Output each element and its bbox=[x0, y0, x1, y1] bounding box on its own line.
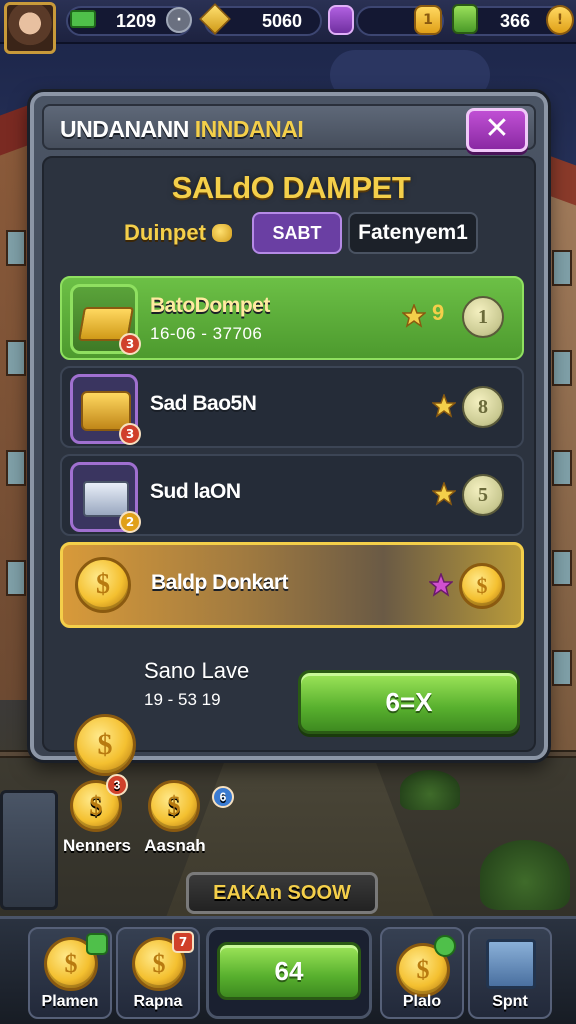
background-mailbox bbox=[0, 790, 58, 910]
row-action-label: 8 bbox=[478, 395, 488, 418]
aasnah-badge: 6 bbox=[212, 786, 234, 808]
nenners-item[interactable]: $ 3 Nenners bbox=[62, 774, 132, 856]
nav-spnt-label: Spnt bbox=[492, 993, 528, 1010]
panel-content: SALdO DAMPET Duinpet SABT Fatenyem1 3 Ba… bbox=[42, 156, 536, 776]
gold-coin-icon: $ bbox=[74, 714, 136, 776]
row-action-button[interactable]: 8 bbox=[462, 386, 504, 428]
save-label: Sano Lave bbox=[144, 658, 250, 683]
gold-coin-icon: $ bbox=[148, 780, 200, 832]
tab-payment[interactable]: Fatenyem1 bbox=[348, 212, 478, 254]
row-action-button[interactable]: 5 bbox=[462, 474, 504, 516]
gem-plus-button[interactable]: 1 bbox=[414, 5, 442, 35]
nav-plalo[interactable]: $ Plalo bbox=[380, 927, 464, 1019]
nenners-label: Nenners bbox=[62, 836, 132, 855]
star-icon bbox=[430, 392, 458, 418]
gold-coin-icon: $ bbox=[75, 557, 131, 613]
tab-dompet[interactable]: Duinpet bbox=[110, 212, 246, 254]
aasnah-label: Aasnah bbox=[144, 836, 206, 855]
row-action-label: $ bbox=[476, 573, 488, 598]
confirm-button-label: 6=X bbox=[385, 686, 433, 717]
energy-plus-button[interactable]: ! bbox=[546, 5, 574, 35]
center-play-button[interactable]: 64 bbox=[206, 927, 372, 1019]
aasnah-item[interactable]: $ 6 Aasnah bbox=[140, 780, 234, 856]
center-play-label: 64 bbox=[274, 955, 304, 986]
nav-spnt[interactable]: Spnt bbox=[468, 927, 552, 1019]
nav-plalo-label: Plalo bbox=[402, 993, 442, 1010]
top-resource-bar: 1209 · 5060 1 366 ! bbox=[0, 0, 576, 54]
row-cost: 9 bbox=[432, 300, 445, 325]
row-title: Baldp Donkart bbox=[151, 571, 289, 594]
row-action-button[interactable]: $ bbox=[459, 563, 505, 609]
star-icon bbox=[400, 302, 428, 328]
gold-nugget-icon bbox=[211, 224, 232, 242]
row-action-button[interactable]: 1 bbox=[462, 296, 504, 338]
row-title: Sud laON bbox=[150, 480, 241, 503]
tab-saldo[interactable]: SABT bbox=[252, 212, 342, 254]
green-energy-icon bbox=[452, 4, 478, 34]
panel-header: UNDANANN INNDANAI ✕ bbox=[42, 104, 536, 152]
wallet-row[interactable]: 3 Sad Bao5N 8 bbox=[60, 366, 524, 448]
green-badge-icon bbox=[86, 933, 108, 955]
tab-saldo-label: SABT bbox=[272, 222, 322, 243]
cash-stack-icon: 2 bbox=[70, 462, 141, 533]
green-cash-icon bbox=[70, 10, 96, 28]
tab-payment-label: Fatenyem1 bbox=[358, 221, 468, 244]
panel-title-main: UNDANANN bbox=[60, 116, 195, 142]
tab-dompet-label: Duinpet bbox=[124, 220, 206, 245]
resource-value-gem: 1 bbox=[423, 12, 433, 28]
star-icon bbox=[430, 480, 458, 506]
background-bush bbox=[480, 840, 570, 910]
nenners-badge: 3 bbox=[106, 774, 128, 796]
background-house-left bbox=[0, 100, 40, 700]
row-badge: 2 bbox=[119, 511, 141, 533]
event-banner-label: EAKAn SOOW bbox=[213, 881, 351, 904]
confirm-button[interactable]: 6=X bbox=[298, 670, 520, 734]
green-badge-icon bbox=[434, 935, 456, 957]
map-icon bbox=[486, 939, 536, 989]
nav-plamen[interactable]: $ Plamen bbox=[28, 927, 112, 1019]
row-badge: 3 bbox=[119, 333, 141, 355]
bottom-navigation: $ Plamen $ 7 Rapna 64 $ Plalo Spnt bbox=[0, 916, 576, 1024]
panel-subtitle: SALdO DAMPET bbox=[171, 170, 411, 205]
background-house-right bbox=[536, 150, 576, 750]
resource-value-cash: 1209 bbox=[115, 10, 156, 31]
nav-rapna[interactable]: $ 7 Rapna bbox=[116, 927, 200, 1019]
panel-title: UNDANANN INNDANAI bbox=[60, 116, 304, 143]
row-title: BatoDompet bbox=[150, 294, 270, 317]
purple-gem-icon[interactable] bbox=[328, 5, 354, 35]
player-avatar[interactable] bbox=[4, 2, 56, 54]
wallet-panel: UNDANANN INNDANAI ✕ SALdO DAMPET Duinpet… bbox=[30, 92, 548, 776]
panel-title-accent: INNDANAI bbox=[194, 116, 304, 142]
save-subtitle: 19 - 53 19 bbox=[144, 690, 221, 709]
row-action-label: 5 bbox=[478, 483, 488, 506]
wallet-row-highlight[interactable]: $ Baldp Donkart $ bbox=[60, 542, 524, 628]
nav-plamen-label: Plamen bbox=[41, 993, 99, 1010]
event-banner[interactable]: EAKAn SOOW bbox=[186, 872, 378, 914]
wallet-row[interactable]: 3 BatoDompet 16-06 - 37706 9 1 bbox=[60, 276, 524, 360]
close-icon: ✕ bbox=[484, 111, 510, 146]
sparkle-icon bbox=[427, 571, 455, 597]
close-button[interactable]: ✕ bbox=[466, 108, 528, 152]
gold-bars-stack-icon: 3 bbox=[70, 284, 141, 355]
nav-rapna-badge: 7 bbox=[172, 931, 194, 953]
row-badge: 3 bbox=[119, 423, 141, 445]
row-title: Sad Bao5N bbox=[150, 392, 257, 415]
row-subtitle: 16-06 - 37706 bbox=[150, 324, 263, 343]
background-bush bbox=[400, 770, 460, 810]
resource-value-gold: 5060 bbox=[261, 10, 302, 31]
nav-rapna-label: Rapna bbox=[133, 993, 183, 1010]
wallet-row[interactable]: 2 Sud laON 5 bbox=[60, 454, 524, 536]
row-action-label: 1 bbox=[478, 305, 488, 328]
center-play-inner[interactable]: 64 bbox=[217, 942, 361, 1000]
cash-plus-button[interactable]: · bbox=[166, 7, 192, 33]
resource-value-energy: 366 bbox=[499, 10, 530, 31]
gold-chest-icon: 3 bbox=[70, 374, 141, 445]
